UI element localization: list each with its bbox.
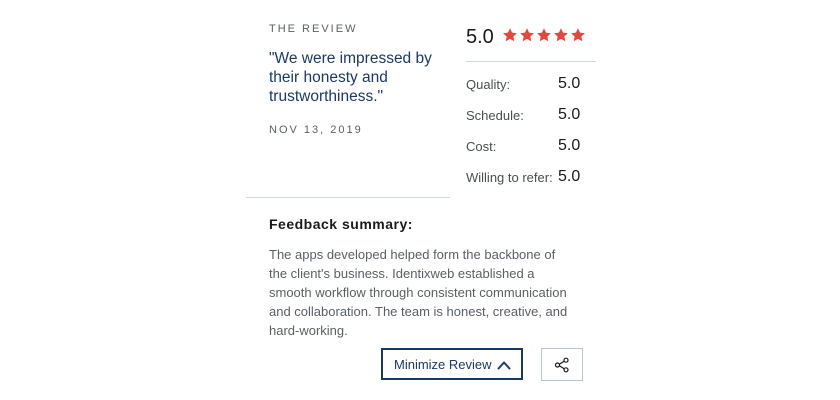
rating-row-schedule: Schedule: 5.0 [466, 105, 596, 136]
rating-row-quality: Quality: 5.0 [466, 74, 596, 105]
star-icon [520, 28, 534, 42]
share-button[interactable] [541, 348, 583, 381]
star-icon [537, 28, 551, 42]
star-icon [571, 28, 585, 42]
right-divider [466, 61, 596, 62]
review-card: THE REVIEW "We were impressed by their h… [0, 0, 840, 400]
chevron-up-icon [497, 361, 511, 370]
star-icon [554, 28, 568, 42]
rating-breakdown: Quality: 5.0 Schedule: 5.0 Cost: 5.0 Wil… [466, 74, 596, 198]
rating-label: Cost: [466, 139, 497, 154]
rating-value: 5.0 [558, 75, 581, 92]
minimize-review-label: Minimize Review [394, 356, 492, 372]
rating-label: Willing to refer: [466, 170, 553, 185]
rating-row-cost: Cost: 5.0 [466, 136, 596, 167]
review-eyebrow: THE REVIEW [269, 23, 358, 35]
share-icon [554, 357, 569, 372]
rating-value: 5.0 [558, 106, 581, 123]
minimize-review-button[interactable]: Minimize Review [381, 348, 523, 380]
rating-value: 5.0 [558, 168, 581, 185]
feedback-title: Feedback summary: [269, 216, 413, 232]
rating-label: Quality: [466, 77, 511, 92]
overall-score: 5.0 [466, 26, 494, 48]
feedback-text: The apps developed helped form the backb… [269, 247, 568, 338]
rating-row-willing-to-refer: Willing to refer: 5.0 [466, 167, 596, 198]
review-date: NOV 13, 2019 [269, 124, 363, 136]
left-divider [246, 197, 450, 198]
star-rating [502, 27, 586, 43]
review-quote: "We were impressed by their honesty and … [269, 50, 432, 105]
rating-value: 5.0 [558, 137, 581, 154]
star-icon [503, 28, 517, 42]
rating-label: Schedule: [466, 108, 524, 123]
